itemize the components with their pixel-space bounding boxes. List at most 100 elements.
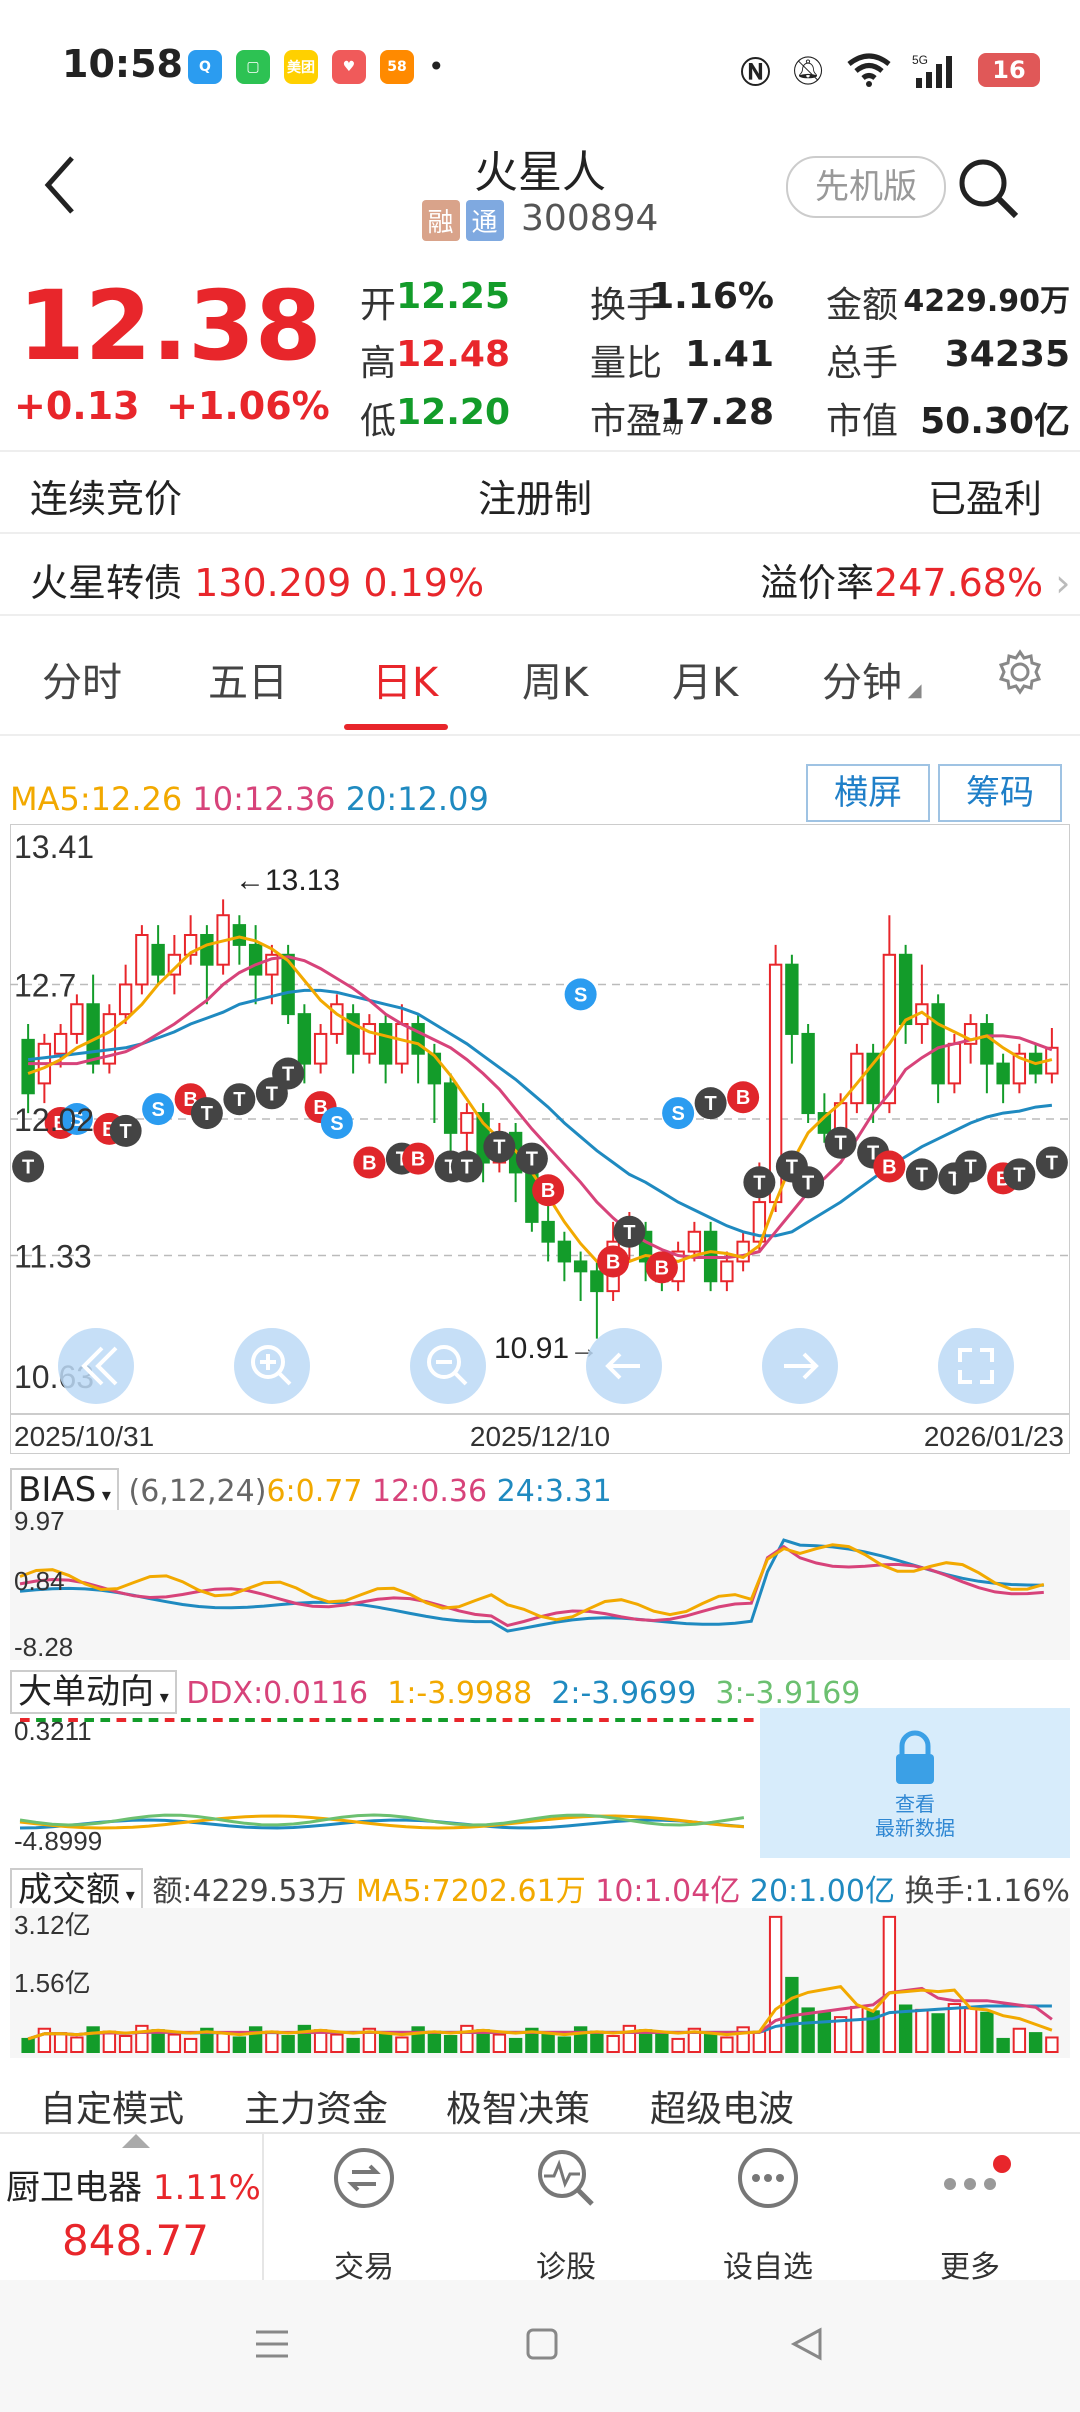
fullscreen-button[interactable] (938, 1328, 1014, 1404)
volume-bar (443, 2035, 458, 2053)
more-icon (944, 2155, 1011, 2190)
tab-weekly-k[interactable]: 周K (522, 650, 588, 708)
tab-custom-mode[interactable]: 自定模式 (40, 2080, 184, 2132)
profit-status: 已盈利 (928, 477, 1043, 521)
volume-bar (590, 2030, 604, 2053)
status-dot: • (428, 50, 445, 83)
bottom-dock: 厨卫电器 1.11% 848.77 交易 诊股 设自选 更多 (0, 2132, 1080, 2285)
tab-monthly-k[interactable]: 月K (672, 650, 738, 708)
volume-bar (622, 2024, 637, 2053)
volume-bar (330, 2033, 344, 2053)
volume-bar (671, 2037, 685, 2054)
tab-smart-decision[interactable]: 极智决策 (446, 2080, 590, 2132)
gear-icon[interactable] (996, 648, 1044, 696)
volume-bar (395, 2036, 409, 2054)
dock-trade[interactable]: 交易 (264, 2134, 464, 2285)
sector-index[interactable]: 厨卫电器 1.11% 848.77 (0, 2134, 264, 2282)
search-icon[interactable] (956, 156, 1020, 220)
landscape-button[interactable]: 横屏 (806, 764, 930, 822)
trading-status: 连续竞价 (30, 477, 183, 521)
mute-icon: 🔕︎ (790, 53, 826, 87)
volume-bar (53, 2032, 68, 2054)
dock-more[interactable]: 更多 (870, 2134, 1070, 2285)
dropdown-icon: ◢ (902, 680, 922, 701)
chart-controls (58, 1328, 1014, 1404)
volume-bar (1045, 2036, 1059, 2054)
version-button[interactable]: 先机版 (786, 156, 946, 218)
rewind-button[interactable] (58, 1328, 134, 1404)
chips-button[interactable]: 筹码 (938, 764, 1062, 822)
volume-bar (70, 2036, 84, 2054)
quote-value: 12.25 (396, 276, 510, 317)
volume-bar (135, 2024, 149, 2053)
bond-pct: 0.19% (363, 561, 485, 605)
volume-bar (118, 2035, 133, 2053)
bias-selector[interactable]: BIAS ▾ (10, 1468, 119, 1512)
back-nav-icon[interactable] (786, 2324, 826, 2364)
battery-indicator: 16 (978, 53, 1040, 87)
volume-bar (265, 2030, 279, 2053)
volume-bar (752, 2030, 767, 2053)
quote-value: 4229.90万 (903, 284, 1070, 319)
volume-bar (183, 2037, 198, 2054)
zoom-out-button[interactable] (410, 1328, 486, 1404)
tab-five-day[interactable]: 五日 (208, 650, 288, 708)
divider (0, 532, 1080, 534)
volume-bar (817, 2011, 832, 2054)
bias-y-label: -8.28 (14, 1632, 73, 1660)
trade-icon (334, 2148, 394, 2208)
dock-add-watchlist[interactable]: 设自选 (668, 2134, 868, 2285)
tab-daily-k[interactable]: 日K (372, 650, 438, 708)
tab-super-wave[interactable]: 超级电波 (650, 2080, 794, 2132)
stock-code: 300894 (521, 198, 659, 239)
volume-bar (427, 2030, 442, 2053)
margin-tag: 融 (421, 199, 460, 241)
app-58-icon: 58 (380, 50, 414, 84)
volume-bar (297, 2024, 312, 2053)
quote-value: 1.16% (649, 276, 774, 317)
divider (0, 450, 1080, 452)
current-price: 12.38 (18, 270, 322, 382)
zoom-in-button[interactable] (234, 1328, 310, 1404)
dock-diagnose[interactable]: 诊股 (466, 2134, 666, 2285)
status-app-icons: Q ▢ 美团 ♥ 58 • (188, 50, 445, 84)
registration-type: 注册制 (478, 477, 593, 521)
diagnose-icon (538, 2150, 594, 2206)
volume-bar (492, 2033, 507, 2053)
qq-browser-icon: Q (188, 50, 222, 84)
volume-bar (460, 2024, 474, 2053)
chart-tabs: 分时 五日 日K 周K 月K 分钟 ◢ (0, 620, 1080, 740)
status-right-icons: Ⓝ 🔕︎ 5G 16 (740, 48, 1040, 92)
volume-selector[interactable]: 成交额 ▾ (10, 1868, 143, 1912)
ddx-selector[interactable]: 大单动向 ▾ (10, 1670, 177, 1714)
volume-bar (703, 2032, 718, 2054)
convertible-bond-row[interactable]: 火星转债 130.209 0.19% (30, 552, 484, 607)
divider (0, 614, 1080, 616)
volume-bar (232, 2036, 247, 2054)
lock-icon (896, 1730, 934, 1784)
volume-bar (931, 2013, 945, 2053)
tab-indicator (344, 724, 448, 730)
bond-name: 火星转债 (30, 561, 183, 605)
nfc-icon: Ⓝ (740, 56, 771, 91)
quote-value: 34235 (944, 334, 1070, 375)
tab-main-funds[interactable]: 主力资金 (244, 2080, 388, 2132)
premium-rate[interactable]: 溢价率247.68% › (760, 552, 1070, 607)
unlock-data-panel[interactable]: 查看 最新数据 (760, 1708, 1070, 1858)
app-red-icon: ♥ (332, 50, 366, 84)
tab-intraday[interactable]: 分时 (42, 650, 122, 708)
bias-y-label: 9.97 (14, 1510, 65, 1536)
volume-y-label: 1.56亿 (14, 1968, 91, 1998)
volume-bar (346, 2037, 360, 2054)
quote-value: -17.28 (645, 392, 774, 433)
volume-bar (508, 2037, 523, 2054)
quote-value: 50.30亿 (920, 401, 1070, 442)
scroll-right-button[interactable] (762, 1328, 838, 1404)
bond-price: 130.209 (194, 561, 352, 605)
quote-grid: 开 12.25 换手 1.16% 金额 4229.90万高 12.48 量比 1.41 总手 342… (360, 276, 1070, 446)
ddx-y-label: 0.3211 (14, 1716, 92, 1746)
scroll-left-button[interactable] (586, 1328, 662, 1404)
home-icon[interactable] (522, 2324, 562, 2364)
menu-icon[interactable] (252, 2324, 292, 2364)
tab-minute[interactable]: 分钟 ◢ (822, 650, 922, 708)
